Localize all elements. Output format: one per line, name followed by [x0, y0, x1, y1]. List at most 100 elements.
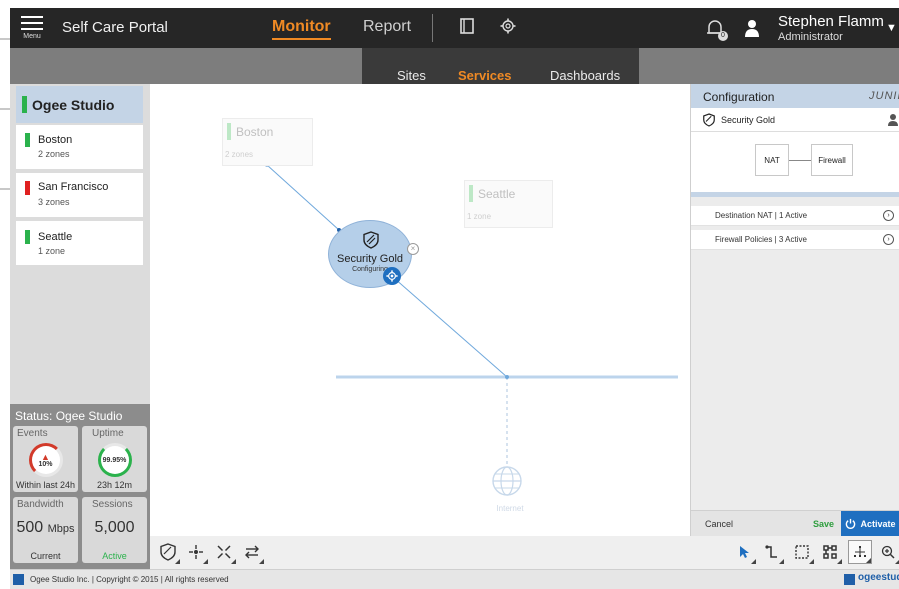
- tab-services[interactable]: Services: [458, 68, 512, 83]
- network-expand-icon[interactable]: [184, 540, 208, 564]
- footer-brand: ogeestudio: [858, 572, 899, 583]
- chevron-right-icon[interactable]: ›: [883, 210, 894, 221]
- close-icon[interactable]: ×: [407, 243, 419, 255]
- events-foot: Within last 24h: [15, 480, 76, 490]
- user-role: Administrator: [778, 31, 843, 43]
- book-icon[interactable]: [457, 18, 477, 38]
- bandwidth-value: 500: [16, 519, 44, 536]
- frame-divider: [0, 38, 10, 40]
- events-value: 10%: [38, 460, 53, 468]
- chain-box-nat[interactable]: NAT: [755, 144, 789, 176]
- events-card[interactable]: Events ▲ 10% Within last 24h: [13, 426, 78, 492]
- frame-divider: [0, 188, 10, 190]
- collapse-icon[interactable]: [212, 540, 236, 564]
- config-row-label: Firewall Policies | 3 Active: [715, 235, 807, 244]
- brand-logo: JUNIPER: [869, 90, 899, 102]
- node-name: Seattle: [478, 187, 516, 201]
- company-logo-icon: [13, 574, 24, 585]
- org-status-marker: [22, 96, 27, 113]
- site-zones: 3 zones: [38, 197, 70, 207]
- pointer-icon[interactable]: [732, 540, 756, 564]
- cancel-button[interactable]: Cancel: [705, 519, 733, 529]
- status-panel: Status: Ogee Studio Events ▲ 10% Within …: [10, 404, 150, 569]
- site-item-san-francisco[interactable]: San Francisco 3 zones: [16, 173, 143, 217]
- events-label: Events: [17, 428, 48, 439]
- config-divider: [691, 192, 899, 197]
- notification-bell-icon[interactable]: 0: [705, 18, 728, 41]
- zoom-in-icon[interactable]: [876, 540, 899, 564]
- config-row-firewall-policies[interactable]: Firewall Policies | 3 Active ›: [691, 230, 899, 250]
- events-gauge: ▲ 10%: [28, 443, 63, 477]
- gear-icon[interactable]: [498, 18, 518, 38]
- shield-icon: [703, 113, 715, 130]
- canvas-node-seattle[interactable]: Seattle 1 zone: [464, 180, 553, 228]
- node-status-marker: [469, 185, 473, 202]
- chain-box-firewall[interactable]: Firewall: [811, 144, 853, 176]
- window-frame-left: [0, 0, 10, 589]
- site-status-marker: [25, 230, 30, 244]
- uptime-value: 99.95%: [102, 456, 127, 464]
- config-row-label: Destination NAT | 1 Active: [715, 211, 808, 220]
- bandwidth-card[interactable]: Bandwidth 500 Mbps Current: [13, 497, 78, 563]
- connector-icon[interactable]: [760, 540, 784, 564]
- tab-dashboards[interactable]: Dashboards: [550, 68, 620, 83]
- brand-mark-icon: [844, 574, 855, 585]
- copyright-text: Ogee Studio Inc. | Copyright © 2015 | Al…: [30, 575, 229, 584]
- power-icon: [845, 518, 856, 531]
- tab-sites[interactable]: Sites: [397, 68, 426, 83]
- config-footer: Cancel Save Activate: [691, 510, 899, 537]
- nav-monitor[interactable]: Monitor: [272, 18, 331, 40]
- org-header[interactable]: Ogee Studio: [16, 86, 143, 123]
- menu-button[interactable]: Menu: [10, 8, 54, 48]
- service-node-security-gold[interactable]: Security Gold Configuring ×: [328, 220, 419, 288]
- bandwidth-value-wrap: 500 Mbps: [13, 519, 78, 537]
- arrow-up-icon: ▲: [41, 451, 50, 462]
- window-frame-top: [0, 0, 899, 8]
- user-edit-icon[interactable]: [887, 113, 899, 130]
- sessions-value: 5,000: [94, 519, 135, 536]
- activate-button[interactable]: Activate: [841, 511, 899, 537]
- topology-canvas[interactable]: Boston 2 zones Seattle 1 zone Security G…: [150, 84, 690, 536]
- sessions-card[interactable]: Sessions 5,000 Active: [82, 497, 147, 563]
- node-zones: 1 zone: [467, 212, 492, 221]
- notification-badge: 0: [718, 31, 728, 41]
- chevron-down-icon[interactable]: ▼: [886, 22, 897, 34]
- sessions-foot: Active: [102, 551, 127, 561]
- select-area-icon[interactable]: [790, 540, 814, 564]
- layout-tree-icon[interactable]: [848, 540, 872, 564]
- chevron-right-icon[interactable]: ›: [883, 234, 894, 245]
- config-title: Configuration: [703, 90, 775, 104]
- swap-arrows-icon[interactable]: [240, 540, 264, 564]
- uptime-foot: 23h 12m: [96, 480, 133, 490]
- site-item-boston[interactable]: Boston 2 zones: [16, 125, 143, 169]
- nav-report[interactable]: Report: [363, 18, 411, 36]
- activate-label: Activate: [860, 519, 896, 529]
- globe-icon[interactable]: [491, 465, 523, 500]
- footer: Ogee Studio Inc. | Copyright © 2015 | Al…: [10, 569, 899, 589]
- site-status-marker: [25, 133, 30, 147]
- site-item-seattle[interactable]: Seattle 1 zone: [16, 221, 143, 265]
- canvas-node-boston[interactable]: Boston 2 zones: [222, 118, 313, 166]
- save-button[interactable]: Save: [813, 519, 834, 529]
- internet-label: Internet: [496, 504, 524, 513]
- service-name: Security Gold: [336, 253, 404, 265]
- site-name: Boston: [38, 134, 73, 146]
- config-row-destination-nat[interactable]: Destination NAT | 1 Active ›: [691, 206, 899, 226]
- config-service-name: Security Gold: [721, 115, 776, 125]
- shield-tool-icon[interactable]: [156, 540, 180, 564]
- hierarchy-icon[interactable]: [818, 540, 842, 564]
- config-header: Configuration JUNIPER: [691, 84, 899, 108]
- node-zones: 2 zones: [225, 150, 254, 159]
- app-title: Self Care Portal: [62, 19, 168, 36]
- site-list-panel: Ogee Studio Boston 2 zones San Francisco…: [10, 84, 150, 404]
- configuration-panel: Configuration JUNIPER Security Gold NAT …: [690, 84, 899, 537]
- config-service-row: Security Gold: [691, 108, 899, 132]
- bandwidth-foot: Current: [30, 551, 61, 561]
- user-name[interactable]: Stephen Flamm: [778, 13, 884, 30]
- bandwidth-label: Bandwidth: [17, 499, 64, 510]
- uptime-card[interactable]: Uptime 99.95% 23h 12m: [82, 426, 147, 492]
- gear-icon[interactable]: [383, 267, 401, 285]
- user-icon: [744, 18, 760, 38]
- site-status-marker: [25, 181, 30, 195]
- node-status-marker: [227, 123, 231, 140]
